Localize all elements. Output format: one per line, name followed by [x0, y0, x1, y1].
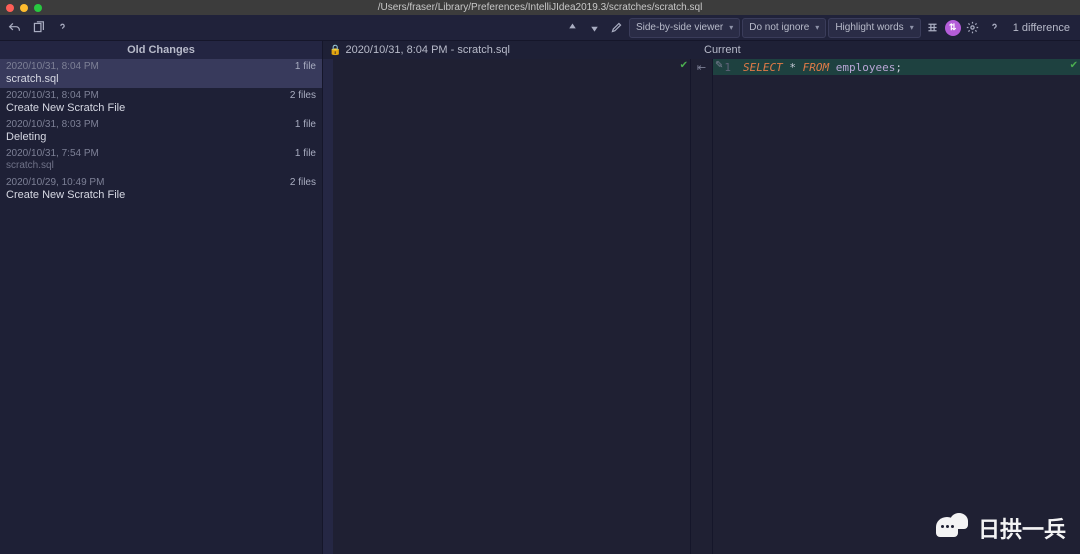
next-diff-icon[interactable] — [585, 18, 605, 38]
prev-diff-icon[interactable] — [563, 18, 583, 38]
history-file-count: 1 file — [295, 119, 316, 131]
copy-icon[interactable] — [28, 18, 48, 38]
code-line[interactable]: 1 SELECT * FROM employees; — [713, 59, 1080, 75]
history-sidebar: Old Changes 2020/10/31, 8:04 PM 1 file sc… — [0, 41, 323, 554]
diff-connector: ⇤ — [691, 59, 713, 554]
history-description: Create New Scratch File — [6, 102, 316, 114]
right-revision-label: Current — [704, 44, 1074, 56]
minimize-window-button[interactable] — [20, 4, 28, 12]
history-item[interactable]: 2020/10/29, 10:49 PM 2 files Create New S… — [0, 175, 322, 204]
settings-gear-icon[interactable] — [963, 18, 983, 38]
chevron-down-icon: ▾ — [729, 23, 733, 32]
history-item[interactable]: 2020/10/31, 8:03 PM 1 file Deleting — [0, 117, 322, 146]
viewer-mode-label: Side-by-side viewer — [636, 22, 723, 33]
left-revision-label: 2020/10/31, 8:04 PM - scratch.sql — [345, 44, 509, 56]
ignore-mode-select[interactable]: Do not ignore ▾ — [742, 18, 826, 38]
highlight-mode-select[interactable]: Highlight words ▾ — [828, 18, 920, 38]
code-text: SELECT * FROM employees; — [737, 61, 1080, 74]
close-window-button[interactable] — [6, 4, 14, 12]
sync-scroll-badge[interactable]: ⇅ — [945, 20, 961, 36]
left-diff-pane[interactable]: ✔ — [323, 59, 691, 554]
main-area: Old Changes 2020/10/31, 8:04 PM 1 file sc… — [0, 41, 1080, 554]
window-titlebar: /Users/fraser/Library/Preferences/Intell… — [0, 0, 1080, 15]
history-list[interactable]: 2020/10/31, 8:04 PM 1 file scratch.sql 20… — [0, 59, 322, 554]
editable-icon: ✎ — [715, 60, 723, 71]
left-gutter — [323, 59, 333, 554]
history-subtext: scratch.sql — [6, 160, 316, 172]
viewer-mode-select[interactable]: Side-by-side viewer ▾ — [629, 18, 740, 38]
history-file-count: 2 files — [290, 177, 316, 189]
help2-icon[interactable] — [985, 18, 1005, 38]
diff-area: 🔒 2020/10/31, 8:04 PM - scratch.sql Curr… — [323, 41, 1080, 554]
chevron-down-icon: ▾ — [815, 23, 819, 32]
history-item[interactable]: 2020/10/31, 8:04 PM 2 files Create New Sc… — [0, 88, 322, 117]
history-file-count: 1 file — [295, 61, 316, 73]
undo-icon[interactable] — [4, 18, 24, 38]
history-timestamp: 2020/10/29, 10:49 PM — [6, 177, 104, 189]
collapse-unchanged-icon[interactable] — [923, 18, 943, 38]
history-description: scratch.sql — [6, 73, 316, 85]
sidebar-header: Old Changes — [0, 41, 322, 59]
check-icon: ✔ — [1070, 60, 1078, 71]
history-timestamp: 2020/10/31, 7:54 PM — [6, 148, 99, 160]
lock-icon: 🔒 — [329, 45, 341, 56]
history-description: Deleting — [6, 131, 316, 143]
insert-arrow-icon[interactable]: ⇤ — [691, 59, 712, 75]
right-diff-pane[interactable]: ✎ ✔ 1 SELECT * FROM employees; — [713, 59, 1080, 554]
window-title: /Users/fraser/Library/Preferences/Intell… — [0, 2, 1080, 13]
diff-header: 🔒 2020/10/31, 8:04 PM - scratch.sql Curr… — [323, 41, 1080, 59]
check-icon: ✔ — [680, 60, 688, 71]
traffic-lights — [6, 4, 42, 12]
history-description: Create New Scratch File — [6, 189, 316, 201]
history-timestamp: 2020/10/31, 8:04 PM — [6, 61, 99, 73]
history-item[interactable]: 2020/10/31, 7:54 PM 1 file scratch.sql — [0, 146, 322, 175]
history-timestamp: 2020/10/31, 8:03 PM — [6, 119, 99, 131]
history-file-count: 1 file — [295, 148, 316, 160]
highlight-mode-label: Highlight words — [835, 22, 903, 33]
chevron-down-icon: ▾ — [910, 23, 914, 32]
edit-icon[interactable] — [607, 18, 627, 38]
ignore-mode-label: Do not ignore — [749, 22, 809, 33]
help-icon[interactable] — [52, 18, 72, 38]
maximize-window-button[interactable] — [34, 4, 42, 12]
history-file-count: 2 files — [290, 90, 316, 102]
diff-count-label: 1 difference — [1013, 22, 1070, 34]
history-timestamp: 2020/10/31, 8:04 PM — [6, 90, 99, 102]
history-item[interactable]: 2020/10/31, 8:04 PM 1 file scratch.sql — [0, 59, 322, 88]
diff-toolbar: Side-by-side viewer ▾ Do not ignore ▾ Hi… — [0, 15, 1080, 41]
